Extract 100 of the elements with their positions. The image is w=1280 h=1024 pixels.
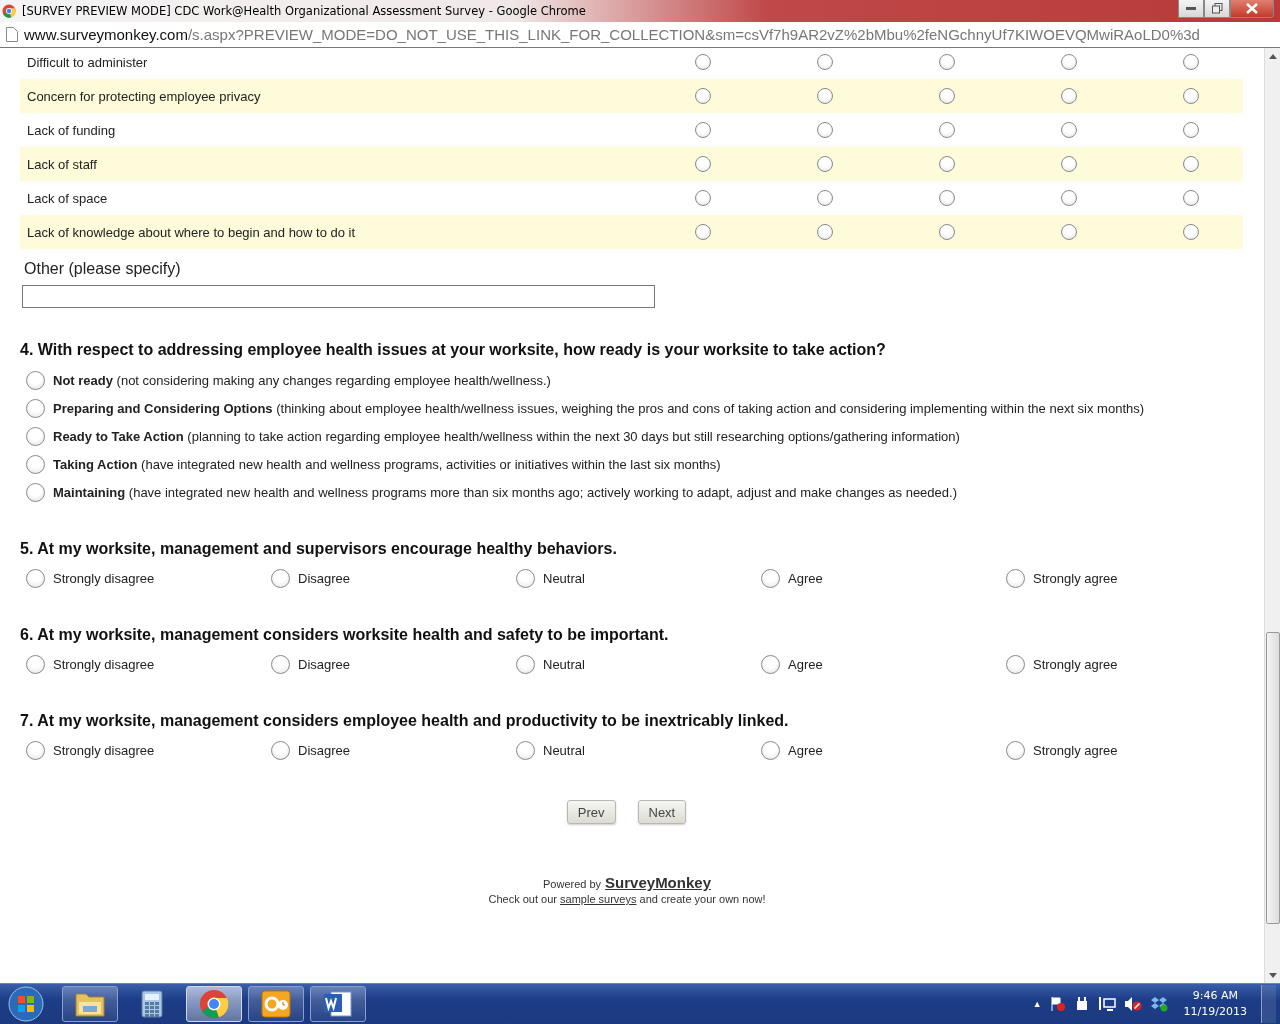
minimize-icon bbox=[1186, 6, 1196, 11]
scroll-up-icon[interactable] bbox=[1269, 53, 1277, 59]
dropbox-icon[interactable] bbox=[1149, 996, 1168, 1012]
radio-button[interactable] bbox=[939, 54, 955, 70]
radio-button[interactable] bbox=[695, 122, 711, 138]
clock-date[interactable]: 11/19/2013 bbox=[1183, 1004, 1247, 1020]
taskbar-button[interactable] bbox=[62, 986, 118, 1022]
radio-button[interactable] bbox=[1183, 224, 1199, 240]
close-button[interactable] bbox=[1230, 0, 1274, 18]
input-field[interactable] bbox=[22, 285, 655, 308]
mail-app-icon bbox=[261, 990, 291, 1018]
radio-button[interactable] bbox=[817, 88, 833, 104]
calculator-icon bbox=[141, 990, 163, 1018]
show-hidden-icons-button[interactable]: ▲ bbox=[1032, 999, 1042, 1009]
radio-button[interactable] bbox=[939, 224, 955, 240]
radio-button[interactable] bbox=[1006, 569, 1025, 588]
option-label: Taking Action (have integrated new health and wellness programs, activities or initiatives within the last six months) bbox=[53, 457, 721, 472]
radio-button[interactable] bbox=[1183, 122, 1199, 138]
radio-button[interactable] bbox=[516, 655, 535, 674]
brand-link[interactable]: SurveyMonkey bbox=[605, 874, 711, 891]
option-label: Strongly disagree bbox=[53, 743, 155, 758]
radio-button[interactable] bbox=[817, 190, 833, 206]
radio-button[interactable] bbox=[271, 569, 290, 588]
radio-button[interactable] bbox=[1006, 741, 1025, 760]
show-desktop-button[interactable] bbox=[1261, 985, 1276, 1023]
taskbar-button[interactable] bbox=[310, 986, 366, 1022]
radio-button[interactable] bbox=[817, 54, 833, 70]
radio-button[interactable] bbox=[1006, 655, 1025, 674]
radio-button[interactable] bbox=[26, 399, 45, 418]
radio-button[interactable] bbox=[695, 88, 711, 104]
radio-button[interactable] bbox=[939, 190, 955, 206]
radio-button[interactable] bbox=[26, 483, 45, 502]
restore-button[interactable] bbox=[1204, 0, 1230, 18]
radio-button[interactable] bbox=[695, 224, 711, 240]
option-label: Strongly disagree bbox=[53, 571, 155, 586]
radio-button[interactable] bbox=[817, 156, 833, 172]
option-label: Preparing and Considering Options (thinking about employee health/wellness issues, weighing the pros and cons of taking action and considering implementing within the next six months) bbox=[53, 401, 1145, 416]
clock-time[interactable]: 9:46 AM bbox=[1192, 988, 1238, 1004]
radio-button[interactable] bbox=[817, 122, 833, 138]
option-label: Strongly agree bbox=[1033, 743, 1118, 758]
option-label: Disagree bbox=[298, 571, 351, 586]
question-title: 5. At my worksite, management and supervisors encourage healthy behaviors. bbox=[20, 540, 618, 558]
radio-button[interactable] bbox=[26, 569, 45, 588]
scrollbar[interactable] bbox=[1264, 48, 1280, 983]
scroll-thumb[interactable] bbox=[1266, 632, 1280, 924]
radio-button[interactable] bbox=[26, 655, 45, 674]
minimize-button[interactable] bbox=[1178, 0, 1204, 18]
scroll-down-icon[interactable] bbox=[1269, 972, 1277, 978]
nav-button[interactable]: Next bbox=[637, 800, 687, 824]
radio-button[interactable] bbox=[761, 655, 780, 674]
sample-surveys-link[interactable]: sample surveys bbox=[560, 893, 637, 905]
radio-button[interactable] bbox=[1183, 88, 1199, 104]
option-label: Disagree bbox=[298, 657, 351, 672]
radio-button[interactable] bbox=[271, 655, 290, 674]
speaker-muted-icon[interactable] bbox=[1123, 996, 1142, 1012]
radio-button[interactable] bbox=[695, 54, 711, 70]
option-label: Strongly agree bbox=[1033, 657, 1118, 672]
radio-button[interactable] bbox=[516, 569, 535, 588]
network-icon[interactable] bbox=[1097, 996, 1116, 1012]
radio-button[interactable] bbox=[939, 156, 955, 172]
radio-button[interactable] bbox=[761, 569, 780, 588]
radio-button[interactable] bbox=[1061, 224, 1077, 240]
radio-button[interactable] bbox=[26, 455, 45, 474]
radio-button[interactable] bbox=[1061, 122, 1077, 138]
radio-button[interactable] bbox=[939, 122, 955, 138]
radio-button[interactable] bbox=[1061, 190, 1077, 206]
radio-button[interactable] bbox=[1061, 156, 1077, 172]
row-label: Lack of funding bbox=[27, 122, 117, 138]
radio-button[interactable] bbox=[26, 741, 45, 760]
row-label: Concern for protecting employee privacy bbox=[27, 88, 262, 104]
radio-button[interactable] bbox=[1183, 54, 1199, 70]
row-label: Difficult to administer bbox=[27, 54, 149, 70]
radio-button[interactable] bbox=[817, 224, 833, 240]
radio-button[interactable] bbox=[1061, 54, 1077, 70]
option-label: Strongly disagree bbox=[53, 657, 155, 672]
powered-by-text: Powered by bbox=[543, 878, 602, 890]
window-title: [SURVEY PREVIEW MODE] CDC Work@Health Organizational Assessment Survey - Google Chrome bbox=[22, 4, 586, 18]
radio-button[interactable] bbox=[939, 88, 955, 104]
flag-icon[interactable] bbox=[1049, 996, 1066, 1012]
word-document-icon bbox=[323, 990, 353, 1018]
option-label: Agree bbox=[788, 743, 823, 758]
taskbar-button[interactable] bbox=[248, 986, 304, 1022]
radio-button[interactable] bbox=[26, 371, 45, 390]
radio-button[interactable] bbox=[761, 741, 780, 760]
radio-button[interactable] bbox=[516, 741, 535, 760]
radio-button[interactable] bbox=[695, 156, 711, 172]
radio-button[interactable] bbox=[1183, 190, 1199, 206]
radio-button[interactable] bbox=[1183, 156, 1199, 172]
question-title: 4. With respect to addressing employee health issues at your worksite, how ready is your worksite to take action? bbox=[20, 341, 887, 359]
start-button-icon[interactable] bbox=[8, 986, 44, 1022]
row-label: Lack of space bbox=[27, 190, 109, 206]
url-text[interactable]: www.surveymonkey.com/s.aspx?PREVIEW_MODE=DO_NOT_USE_THIS_LINK_FOR_COLLECTION&sm=csVf7h9AR2vZ%2bMbu%2feNGchnyUf7KIWOEVQMwiRAoLD0%3d bbox=[24, 25, 1200, 44]
nav-button[interactable]: Prev bbox=[566, 800, 616, 824]
radio-button[interactable] bbox=[26, 427, 45, 446]
chrome-logo-icon bbox=[199, 989, 229, 1019]
radio-button[interactable] bbox=[271, 741, 290, 760]
radio-button[interactable] bbox=[695, 190, 711, 206]
footer-text: Check out our sample surveys and create your own now! bbox=[488, 893, 766, 905]
radio-button[interactable] bbox=[1061, 88, 1077, 104]
page-icon bbox=[6, 27, 18, 42]
